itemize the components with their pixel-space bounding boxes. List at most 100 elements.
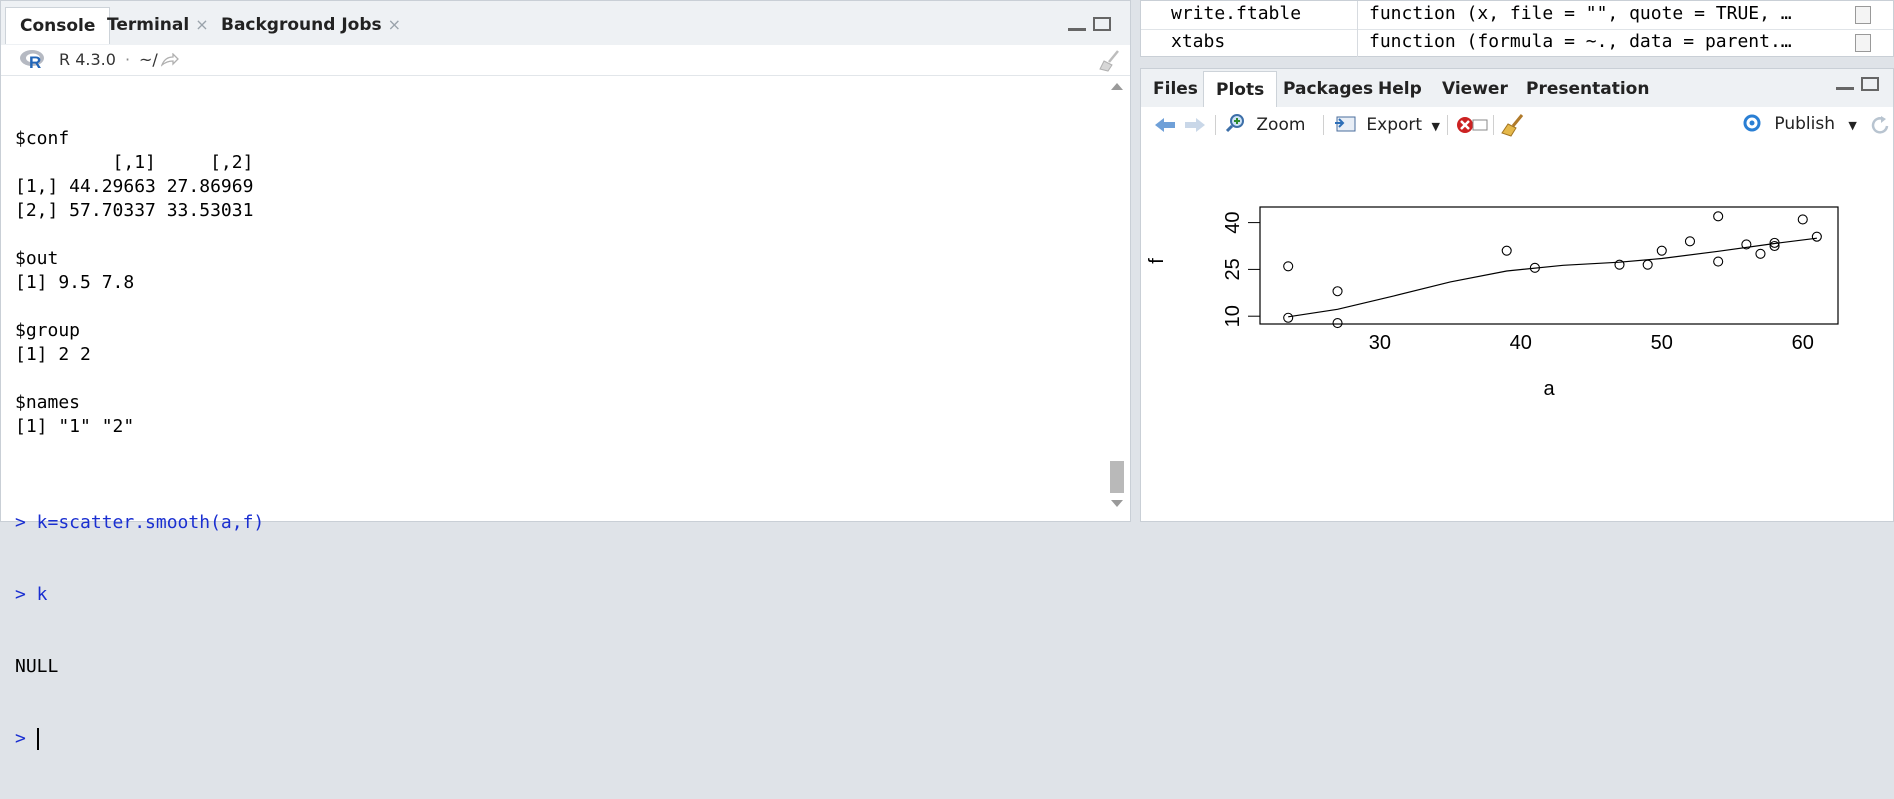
x-axis: 30 40 50 60 bbox=[1369, 332, 1814, 356]
tab-packages-label: Packages bbox=[1283, 79, 1374, 99]
data-point bbox=[1684, 236, 1696, 247]
working-dir[interactable]: ~/ bbox=[139, 50, 158, 69]
console-scrollbar[interactable] bbox=[1108, 79, 1126, 513]
plots-toolbar: Zoom Export ▼ Publish ▼ bbox=[1141, 107, 1893, 144]
separator-dot: · bbox=[125, 50, 131, 69]
console-subbar: R R 4.3.0 · ~/ bbox=[1, 45, 1130, 76]
refresh-icon[interactable] bbox=[1869, 115, 1891, 137]
tab-terminal[interactable]: Terminal × bbox=[93, 7, 223, 44]
console-command: > k bbox=[15, 584, 48, 605]
console-line: [1] 9.5 7.8 bbox=[15, 272, 135, 293]
chevron-down-icon: ▼ bbox=[1848, 119, 1857, 132]
scroll-up-icon[interactable] bbox=[1111, 83, 1123, 90]
console-line: [1] 2 2 bbox=[15, 344, 91, 365]
svg-text:R: R bbox=[29, 53, 41, 70]
data-point bbox=[1755, 248, 1766, 259]
tab-presentation[interactable]: Presentation bbox=[1514, 71, 1661, 107]
toolbar-divider bbox=[1215, 115, 1216, 135]
clear-plots-broom-icon[interactable] bbox=[1501, 113, 1525, 137]
scatter-smooth-chart: 30 40 50 60 10 25 40 a f bbox=[1146, 206, 1839, 400]
data-point bbox=[1797, 214, 1808, 225]
data-point bbox=[1642, 259, 1653, 270]
data-point bbox=[1656, 245, 1667, 256]
x-tick-label: 30 bbox=[1369, 332, 1391, 354]
tab-console-label: Console bbox=[20, 16, 96, 36]
data-point bbox=[1713, 256, 1724, 267]
document-icon[interactable] bbox=[1855, 34, 1871, 52]
tab-viewer[interactable]: Viewer bbox=[1430, 71, 1520, 107]
maximize-icon[interactable] bbox=[1861, 77, 1879, 91]
toolbar-divider bbox=[1493, 115, 1494, 135]
close-icon[interactable]: × bbox=[388, 15, 401, 34]
tab-files-label: Files bbox=[1153, 79, 1198, 99]
zoom-button[interactable]: Zoom bbox=[1225, 113, 1305, 135]
column-divider bbox=[1357, 1, 1358, 29]
maximize-icon[interactable] bbox=[1093, 17, 1111, 31]
chevron-down-icon: ▼ bbox=[1431, 120, 1440, 133]
minimize-icon[interactable] bbox=[1836, 84, 1854, 90]
table-row[interactable]: write.ftable function (x, file = "", quo… bbox=[1141, 1, 1893, 30]
console-result: NULL bbox=[15, 656, 59, 677]
tab-background-jobs[interactable]: Background Jobs × bbox=[207, 7, 415, 44]
document-icon[interactable] bbox=[1855, 6, 1871, 24]
data-point bbox=[1332, 286, 1343, 297]
y-tick-label: 10 bbox=[1222, 305, 1244, 327]
toolbar-divider bbox=[1323, 115, 1324, 135]
minimize-icon[interactable] bbox=[1068, 25, 1086, 31]
remove-plot-icon[interactable] bbox=[1455, 115, 1489, 135]
console-command: > k=scatter.smooth(a,f) bbox=[15, 512, 265, 533]
forward-arrow-icon[interactable] bbox=[1183, 117, 1207, 133]
x-tick-label: 50 bbox=[1651, 332, 1673, 354]
tab-plots[interactable]: Plots bbox=[1203, 71, 1278, 107]
scroll-down-icon[interactable] bbox=[1111, 500, 1123, 507]
help-table-pane: write.ftable function (x, file = "", quo… bbox=[1140, 0, 1894, 58]
export-button[interactable]: Export ▼ bbox=[1333, 113, 1440, 135]
table-row[interactable]: xtabs function (formula = ~., data = par… bbox=[1141, 29, 1893, 58]
console-input-line[interactable]: > bbox=[15, 727, 264, 751]
tab-files[interactable]: Files bbox=[1141, 71, 1210, 107]
tab-terminal-label: Terminal bbox=[107, 15, 190, 35]
data-point bbox=[1283, 312, 1294, 323]
data-point bbox=[1614, 259, 1625, 270]
x-tick-label: 40 bbox=[1510, 332, 1532, 354]
console-history: $conf [,1] [,2] [1,] 44.29663 27.86969 [2,… bbox=[15, 127, 264, 463]
tab-help-label: Help bbox=[1378, 79, 1422, 99]
plot-frame bbox=[1259, 206, 1839, 325]
x-axis-label: a bbox=[1543, 378, 1555, 400]
publish-icon bbox=[1743, 114, 1761, 132]
plots-pane: Files Plots Packages Help Viewer Present… bbox=[1140, 68, 1894, 522]
clear-console-broom-icon[interactable] bbox=[1098, 49, 1122, 73]
console-line: [2,] 57.70337 33.53031 bbox=[15, 200, 254, 221]
scroll-thumb[interactable] bbox=[1110, 461, 1124, 493]
tab-help[interactable]: Help bbox=[1366, 71, 1434, 107]
r-version: R 4.3.0 bbox=[59, 50, 116, 69]
console-line: $names bbox=[15, 392, 81, 413]
goto-dir-arrow-icon[interactable] bbox=[161, 53, 179, 67]
y-axis-label: f bbox=[1146, 258, 1168, 264]
zoom-label: Zoom bbox=[1256, 115, 1306, 135]
console-output[interactable]: $conf [,1] [,2] [1,] 44.29663 27.86969 [2,… bbox=[15, 79, 264, 799]
console-tabbar: Console Terminal × Background Jobs × bbox=[1, 1, 1130, 46]
data-points bbox=[1283, 211, 1822, 329]
console-line: [,1] [,2] bbox=[15, 152, 254, 173]
function-name: write.ftable bbox=[1171, 3, 1302, 24]
r-logo-icon: R bbox=[20, 50, 44, 70]
export-label: Export bbox=[1366, 115, 1423, 135]
text-cursor bbox=[36, 728, 39, 750]
plot-area: 30 40 50 60 10 25 40 a f bbox=[1141, 143, 1893, 521]
y-axis: 10 25 40 bbox=[1222, 211, 1260, 327]
back-arrow-icon[interactable] bbox=[1153, 117, 1177, 133]
console-pane: Console Terminal × Background Jobs × R R 4… bbox=[0, 0, 1131, 750]
console-line: $group bbox=[15, 320, 81, 341]
publish-button[interactable]: Publish ▼ bbox=[1741, 113, 1857, 134]
x-tick-label: 60 bbox=[1792, 332, 1814, 354]
data-point bbox=[1332, 318, 1343, 329]
toolbar-divider bbox=[1447, 115, 1448, 135]
function-signature: function (formula = ~., data = parent.… bbox=[1369, 31, 1792, 52]
y-tick-label: 25 bbox=[1222, 258, 1244, 280]
function-signature: function (x, file = "", quote = TRUE, … bbox=[1369, 3, 1792, 24]
console-prompt: > bbox=[15, 728, 37, 749]
